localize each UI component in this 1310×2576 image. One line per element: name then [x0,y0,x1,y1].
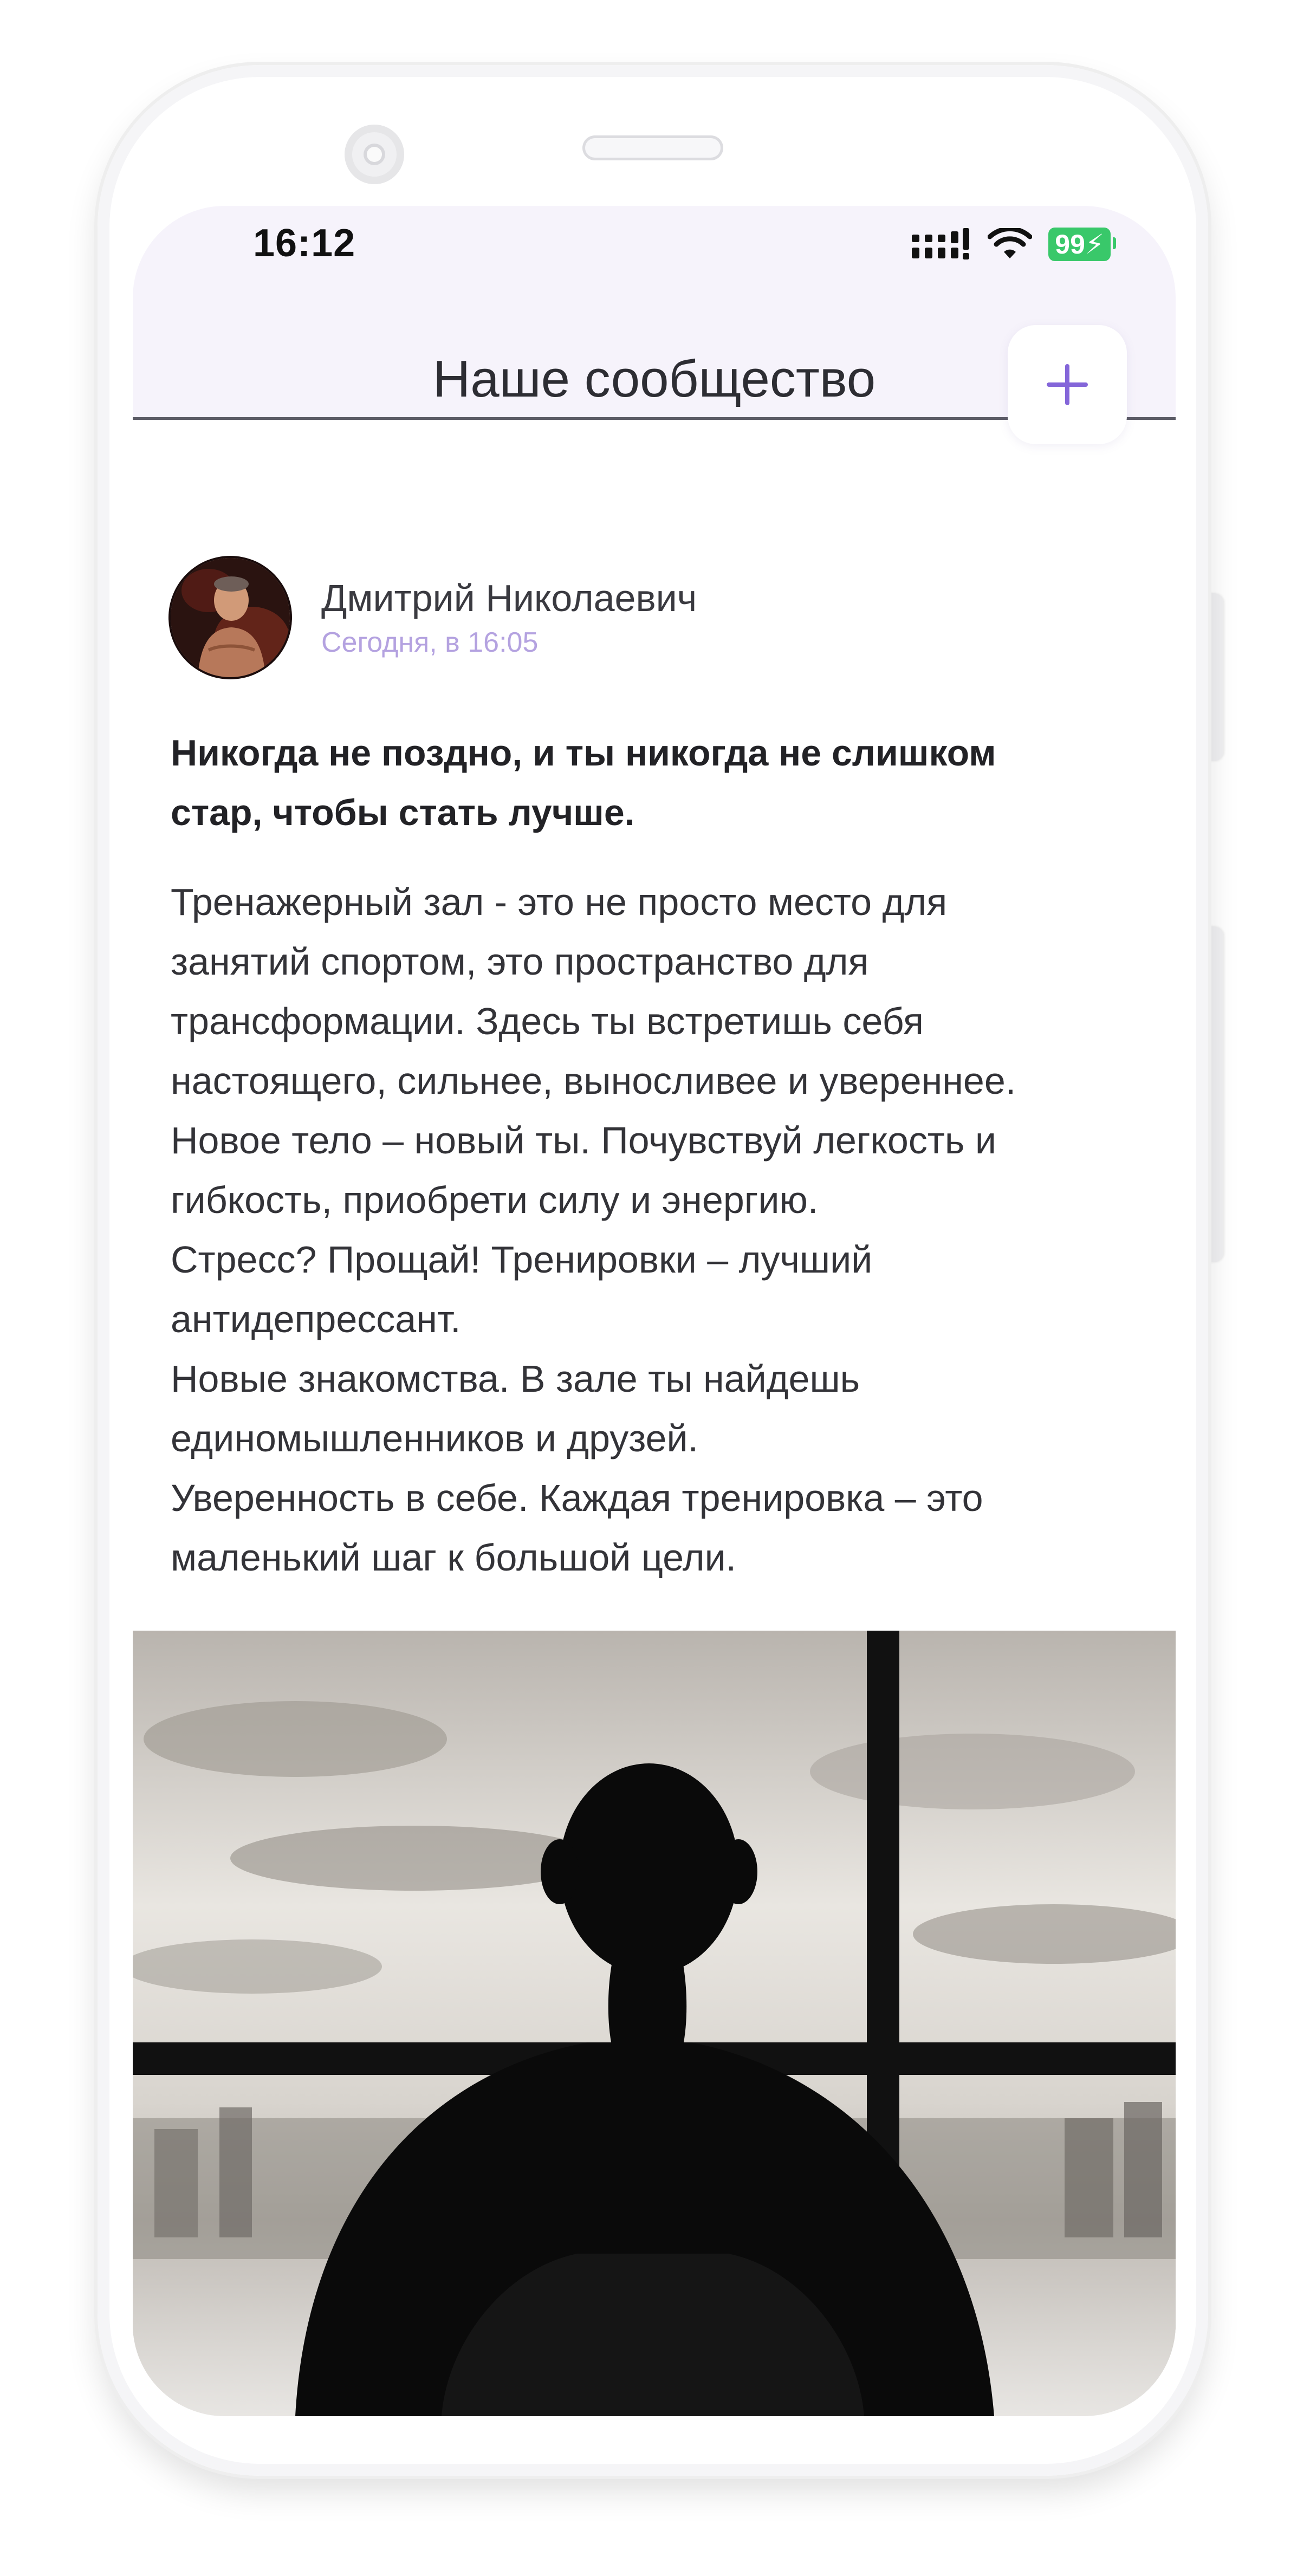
post-body: Тренажерный зал - это не просто место дл… [171,872,1121,1587]
phone-side-button-lower [1208,926,1223,1262]
avatar-photo [171,558,290,677]
author-info: Дмитрий Николаевич Сегодня, в 16:05 [321,576,697,659]
post-photo-silhouette [133,1631,1176,2416]
battery-level: 99 [1055,229,1085,259]
front-camera [345,125,404,184]
post-body-line: Тренажерный зал - это не просто место дл… [171,881,948,923]
post-body-line: Новые знакомства. В зале ты найдешь [171,1358,860,1400]
app-header: Наше сообщество [133,320,1176,444]
post-author-row: Дмитрий Николаевич Сегодня, в 16:05 [171,558,697,677]
post-title: Никогда не поздно, и ты никогда не слишк… [171,723,1121,842]
post-title-line: Никогда не поздно, и ты никогда не слишк… [171,732,996,774]
cellular-signal-icon [912,228,970,259]
avatar[interactable] [171,558,290,677]
post-date: Сегодня, в 16:05 [321,627,539,658]
post-image[interactable] [133,1631,1176,2416]
status-time: 16:12 [253,222,356,265]
post-title-line: стар, чтобы стать лучше. [171,792,635,833]
post-body-line: Стресс? Прощай! Тренировки – лучший [171,1238,873,1281]
post-body-line: антидепрессант. [171,1298,461,1340]
post-body-line: настоящего, сильнее, выносливее и уверен… [171,1060,1016,1102]
post-body-line: Уверенность в себе. Каждая тренировка – … [171,1477,983,1519]
status-icons: 99⚡ [912,228,1116,261]
post-body-line: гибкость, приобрети силу и энергию. [171,1179,819,1221]
phone-mockup: 16:12 99⚡ Наше сообщество Дмитрий Никола… [0,0,1310,2576]
post-body-line: единомышленников и друзей. [171,1417,699,1459]
earpiece-speaker [582,135,723,160]
post-body-line: занятий спортом, это пространство для [171,940,869,983]
plus-icon [1047,364,1088,405]
app-screen: 16:12 99⚡ Наше сообщество Дмитрий Никола… [133,206,1176,2416]
post-body-line: Новое тело – новый ты. Почувствуй легкос… [171,1119,996,1162]
author-name[interactable]: Дмитрий Николаевич [321,576,697,620]
phone-side-button-upper [1208,593,1223,761]
charging-bolt-icon: ⚡ [1085,229,1104,259]
status-bar: 16:12 99⚡ [133,206,1176,320]
post-body-line: маленький шаг к большой цели. [171,1536,737,1579]
battery-icon: 99⚡ [1048,228,1116,261]
post-body-line: трансформации. Здесь ты встретишь себя [171,1000,924,1042]
add-post-button[interactable] [1008,325,1127,444]
wifi-icon [988,228,1033,258]
